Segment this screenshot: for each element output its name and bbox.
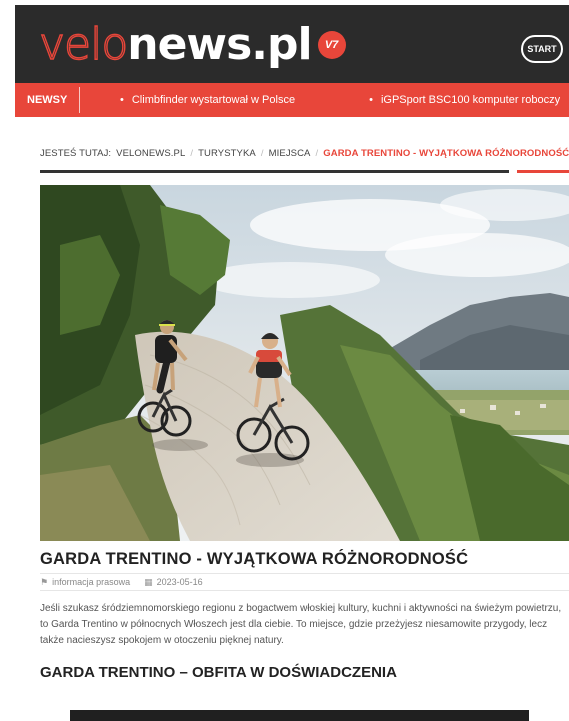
site-header: velo news.pl V7 START [15,5,569,83]
bottom-overlay-bar [70,710,529,721]
breadcrumb-link-miejsca[interactable]: MIEJSCA [269,148,311,159]
meta-date: ▦ 2023-05-16 [144,577,203,588]
logo-text-velo: velo [38,19,129,70]
meta-date-text: 2023-05-16 [156,577,203,587]
logo-text-news: news.pl [127,19,312,70]
ticker-label: NEWSY [27,94,68,106]
bullet-icon: • [120,94,124,106]
article-title: GARDA TRENTINO - WYJĄTKOWA RÓŻNORODNOŚĆ [40,550,469,568]
breadcrumb-prefix: JESTEŚ TUTAJ: [40,148,112,159]
start-button[interactable]: START [521,35,563,63]
ticker-item[interactable]: • Climbfinder wystartował w Polsce [120,94,295,106]
breadcrumb-link-turystyka[interactable]: TURYSTYKA [198,148,256,159]
meta-author-text: informacja prasowa [52,577,131,587]
breadcrumb-rule-accent [517,170,569,173]
breadcrumb-separator: / [315,148,319,159]
article-lead: Jeśli szukasz śródziemnomorskiego region… [40,603,562,646]
article-subheading: GARDA TRENTINO – OBFITA W DOŚWIADCZENIA [40,664,397,681]
ticker-divider [79,87,80,113]
article-meta: ⚑ informacja prasowa ▦ 2023-05-16 [40,573,569,591]
breadcrumb-rule [40,170,509,173]
tag-icon: ⚑ [40,576,49,587]
meta-author: ⚑ informacja prasowa [40,577,130,588]
bullet-icon: • [369,94,373,106]
breadcrumb-separator: / [260,148,264,159]
news-ticker: NEWSY • Climbfinder wystartował w Polsce… [15,83,569,117]
breadcrumb-separator: / [190,148,194,159]
page: velo news.pl V7 START NEWSY • Climbfinde… [15,5,569,686]
breadcrumb: JESTEŚ TUTAJ: VELONEWS.PL / TURYSTYKA / … [40,148,569,159]
ticker-item[interactable]: • iGPSport BSC100 komputer roboczy [369,94,560,106]
ticker-item-text: Climbfinder wystartował w Polsce [131,94,296,106]
site-logo[interactable]: velo news.pl V7 [38,19,346,70]
logo-badge-icon: V7 [317,31,346,59]
breadcrumb-current: GARDA TRENTINO - WYJĄTKOWA RÓŻNORODNOŚĆ [323,148,569,159]
hero-image [40,185,569,541]
breadcrumb-link-home[interactable]: VELONEWS.PL [116,148,185,159]
calendar-icon: ▦ [144,576,153,587]
ticker-item-text: iGPSport BSC100 komputer roboczy [380,94,561,106]
